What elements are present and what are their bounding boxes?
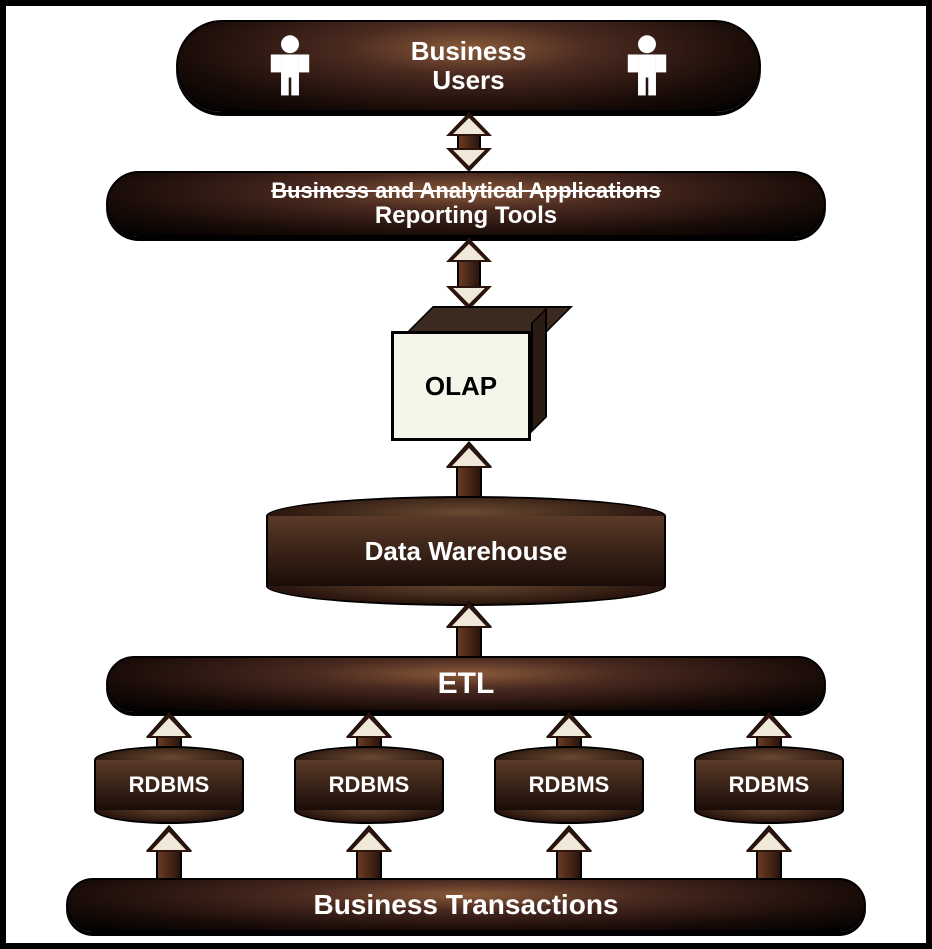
person-icon bbox=[263, 34, 317, 98]
reporting-tools-layer: Business and Analytical Applications Rep… bbox=[106, 171, 826, 237]
rdbms-cylinder: RDBMS bbox=[694, 746, 844, 824]
up-arrow-icon bbox=[546, 826, 592, 882]
person-icon bbox=[620, 34, 674, 98]
transactions-label: Business Transactions bbox=[313, 889, 618, 921]
dw-label: Data Warehouse bbox=[365, 536, 568, 567]
business-transactions-layer: Business Transactions bbox=[66, 878, 866, 932]
rdbms-cylinder: RDBMS bbox=[494, 746, 644, 824]
business-users-layer: Business Users bbox=[176, 20, 761, 112]
olap-label: OLAP bbox=[425, 371, 497, 402]
rdbms-cylinder: RDBMS bbox=[294, 746, 444, 824]
bidirectional-arrow-icon bbox=[446, 112, 492, 172]
rdbms-label: RDBMS bbox=[129, 772, 210, 798]
up-arrow-icon bbox=[446, 442, 492, 500]
reporting-label-2: Reporting Tools bbox=[375, 203, 557, 229]
users-label-1: Business bbox=[411, 37, 527, 66]
bidirectional-arrow-icon bbox=[446, 238, 492, 310]
data-warehouse-cylinder: Data Warehouse bbox=[266, 496, 666, 601]
rdbms-label: RDBMS bbox=[329, 772, 410, 798]
reporting-label-1: Business and Analytical Applications bbox=[271, 179, 661, 203]
up-arrow-icon bbox=[446, 602, 492, 660]
architecture-diagram: Business Users Business and Analytical A… bbox=[6, 6, 926, 943]
users-label-2: Users bbox=[432, 66, 504, 95]
up-arrow-icon bbox=[346, 826, 392, 882]
up-arrow-icon bbox=[746, 826, 792, 882]
etl-layer: ETL bbox=[106, 656, 826, 712]
etl-label: ETL bbox=[438, 667, 495, 701]
up-arrow-icon bbox=[146, 826, 192, 882]
rdbms-label: RDBMS bbox=[729, 772, 810, 798]
rdbms-label: RDBMS bbox=[529, 772, 610, 798]
rdbms-cylinder: RDBMS bbox=[94, 746, 244, 824]
olap-cube: OLAP bbox=[391, 306, 546, 441]
